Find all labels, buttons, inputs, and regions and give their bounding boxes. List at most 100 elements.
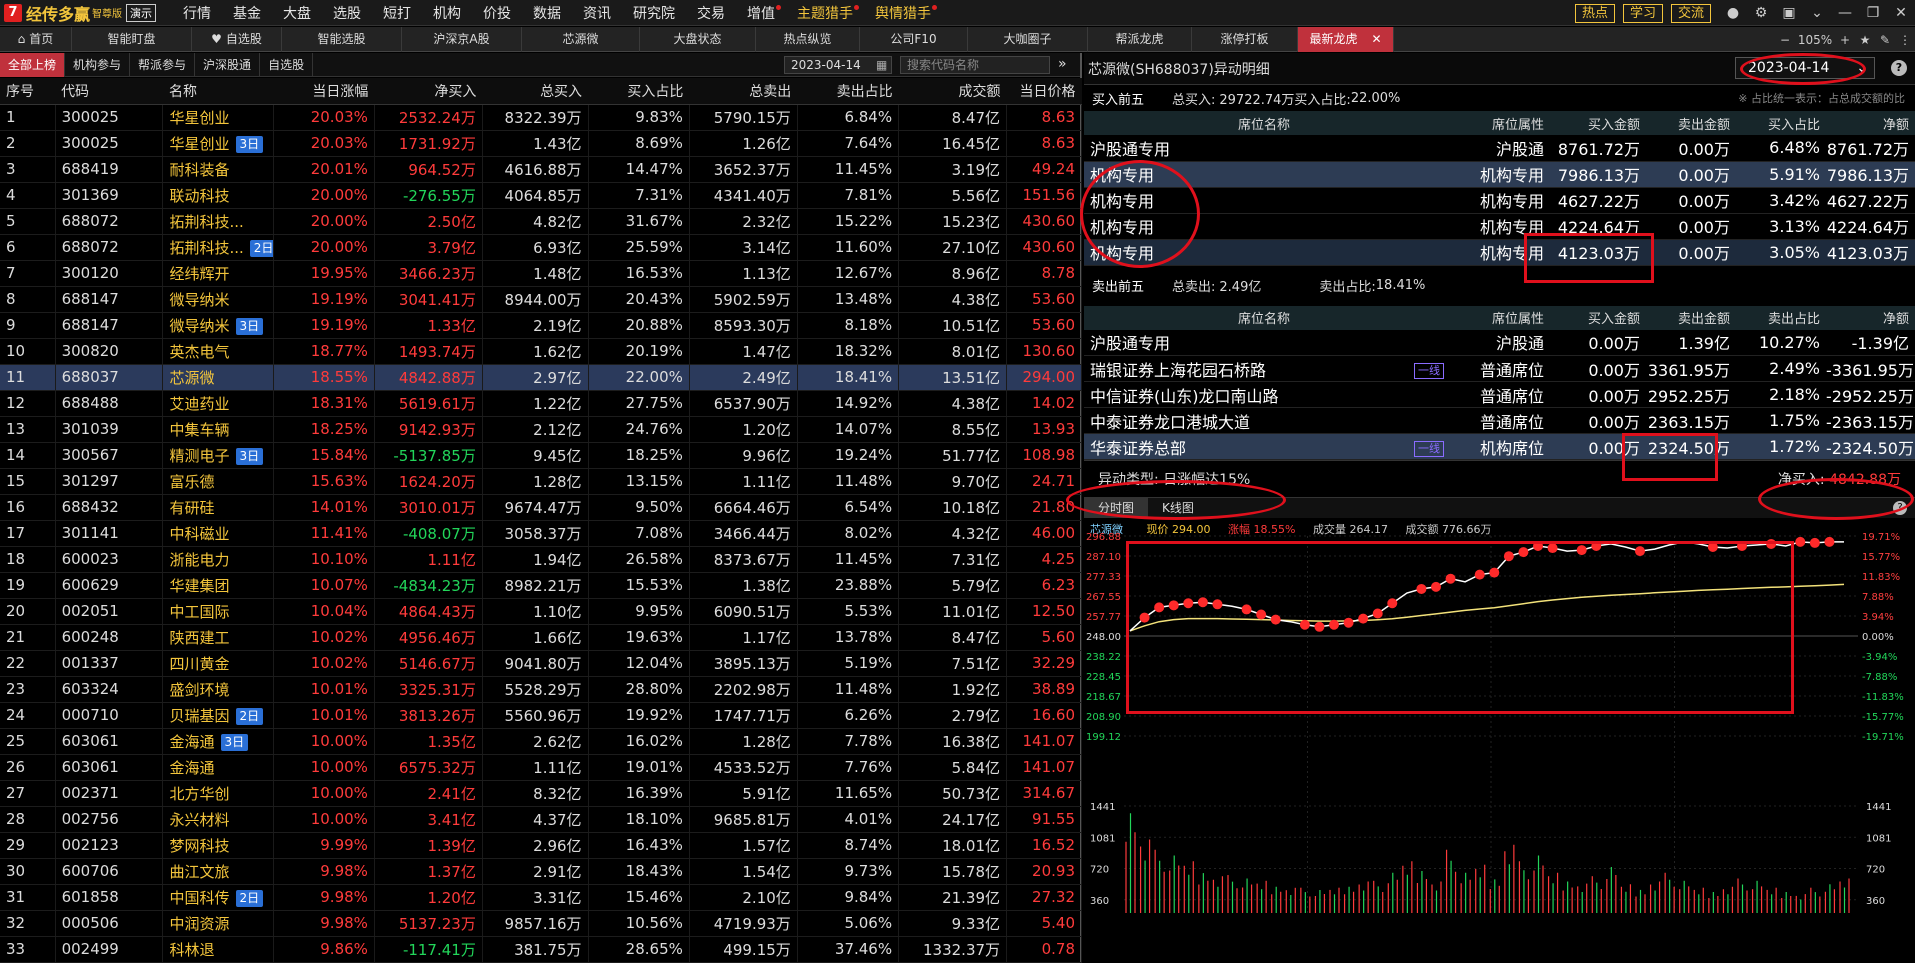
menu-item[interactable]: 数据 [522, 3, 572, 23]
stock-name-cell[interactable]: 英杰电气 [162, 338, 274, 365]
table-row[interactable]: 17 301141 中科磁业 11.41% -408.07万 3058.37万 7.08% 3… [0, 520, 1082, 547]
table-row[interactable]: 8 688147 微导纳米 19.19% 3041.41万 8944.00万 20.43% 5… [0, 286, 1082, 313]
table-row[interactable]: 32 000506 中润资源 9.98% 5137.23万 9857.16万 10.56% 4… [0, 910, 1082, 937]
stock-name-cell[interactable]: 中科磁业 [162, 520, 274, 547]
table-row[interactable]: 2 300025 华星创业 3日 20.03% 1731.92万 1.43亿 8.69% 1.2… [0, 130, 1082, 157]
tab[interactable]: 智能选股 [282, 27, 402, 52]
stock-name-cell[interactable]: 拓荆科技... 2日 [162, 234, 274, 261]
column-header[interactable]: 买入占比 [588, 78, 690, 105]
more-icon[interactable]: ⋮ [1895, 33, 1915, 47]
tab[interactable]: 帮派龙虎 [1088, 27, 1192, 52]
tab[interactable]: 大咖圈子 [968, 27, 1088, 52]
seat-row[interactable]: 机构专用 机构专用 7986.13万 0.00万 5.91% 7986.13万 [1084, 161, 1915, 188]
table-row[interactable]: 29 002123 梦网科技 9.99% 1.39亿 2.96亿 16.43% 1.57亿 8.… [0, 832, 1082, 859]
table-row[interactable]: 21 600248 陕西建工 10.02% 4956.46万 1.66亿 19.63% 1.1… [0, 624, 1082, 651]
expand-icon[interactable]: » [1058, 56, 1067, 72]
stock-name-cell[interactable]: 四川黄金 [162, 650, 274, 677]
table-row[interactable]: 13 301039 中集车辆 18.25% 9142.93万 2.12亿 24.76% 1.2… [0, 416, 1082, 443]
column-header[interactable]: 总买入 [482, 78, 589, 105]
table-row[interactable]: 4 301369 联动科技 20.00% -276.55万 4064.85万 7.31% 43… [0, 182, 1082, 209]
column-header[interactable]: 当日价格 [1006, 78, 1082, 105]
filter-tab[interactable]: 机构参与 [65, 52, 131, 77]
stock-name-cell[interactable]: 北方华创 [162, 780, 274, 807]
menu-item[interactable]: 舆情猎手 [864, 3, 942, 23]
tab[interactable]: ♥ 自选股 [192, 27, 282, 52]
column-header[interactable]: 成交额 [898, 78, 1007, 105]
gear-icon[interactable]: ⚙ [1747, 5, 1775, 21]
table-row[interactable]: 23 603324 盛剑环境 10.01% 3325.31万 5528.29万 28.80%… [0, 676, 1082, 703]
stock-name-cell[interactable]: 贝瑞基因 2日 [162, 702, 274, 729]
stock-name-cell[interactable]: 中集车辆 [162, 416, 274, 443]
table-row[interactable]: 31 601858 中国科传 2日 9.98% 1.20亿 3.31亿 15.46% 2.10亿… [0, 884, 1082, 911]
minimize-icon[interactable]: — [1831, 5, 1859, 21]
stock-name-cell[interactable]: 华星创业 [162, 104, 274, 131]
tab[interactable]: 涨停打板 [1192, 27, 1298, 52]
intraday-chart[interactable]: 芯源微 现价 294.00 涨幅 18.55% 成交量 264.17 成交额 7… [1084, 518, 1915, 918]
filter-tab[interactable]: 沪深股通 [195, 52, 261, 77]
zoom-out-button[interactable]: − [1775, 33, 1795, 47]
column-header[interactable]: 当日涨幅 [273, 78, 375, 105]
close-icon[interactable]: ✕ [1887, 5, 1915, 21]
table-row[interactable]: 28 002756 永兴材料 10.00% 3.41亿 4.37亿 18.10% 9685.8… [0, 806, 1082, 833]
menu-item[interactable]: 研究院 [622, 3, 686, 23]
stock-name-cell[interactable]: 华建集团 [162, 572, 274, 599]
tab[interactable]: 热点纵览 [756, 27, 860, 52]
tab-intraday[interactable]: 分时图 [1084, 498, 1149, 518]
menu-item[interactable]: 增值 [736, 3, 786, 23]
chevron-down-icon[interactable]: ⌄ [1803, 5, 1831, 21]
detail-date-select[interactable]: 2023-04-14 ⌄ [1735, 57, 1875, 79]
stock-name-cell[interactable]: 有研硅 [162, 494, 274, 521]
close-tab-icon[interactable]: ✕ [1371, 32, 1381, 46]
tab[interactable]: 智能盯盘 [72, 27, 192, 52]
column-header[interactable]: 代码 [55, 78, 163, 105]
stock-name-cell[interactable]: 金海通 [162, 754, 274, 781]
column-header[interactable]: 总卖出 [689, 78, 798, 105]
table-row[interactable]: 20 002051 中工国际 10.04% 4864.43万 1.10亿 9.95% 6090… [0, 598, 1082, 625]
seat-row[interactable]: 沪股通专用 沪股通 8761.72万 0.00万 6.48% 8761.72万 [1084, 135, 1915, 162]
stock-name-cell[interactable]: 盛剑环境 [162, 676, 274, 703]
pencil-icon[interactable]: ✎ [1875, 33, 1895, 47]
table-row[interactable]: 15 301297 富乐德 15.63% 1624.20万 1.28亿 13.15% 1.11… [0, 468, 1082, 495]
stock-name-cell[interactable]: 金海通 3日 [162, 728, 274, 755]
menu-item[interactable]: 主题猎手 [786, 3, 864, 23]
tab[interactable]: 大盘状态 [640, 27, 756, 52]
exchange-button[interactable]: 交流 [1670, 3, 1711, 23]
table-row[interactable]: 18 600023 浙能电力 10.10% 1.11亿 1.94亿 26.58% 8373.6… [0, 546, 1082, 573]
column-header[interactable]: 名称 [162, 78, 274, 105]
table-row[interactable]: 27 002371 北方华创 10.00% 2.41亿 8.32亿 16.39% 5.91亿 1… [0, 780, 1082, 807]
learn-button[interactable]: 学习 [1622, 3, 1663, 23]
table-row[interactable]: 30 600706 曲江文旅 9.98% 1.37亿 2.91亿 18.43% 1.54亿 9.… [0, 858, 1082, 885]
stock-name-cell[interactable]: 耐科装备 [162, 156, 274, 183]
menu-item[interactable]: 短打 [372, 3, 422, 23]
table-row[interactable]: 24 000710 贝瑞基因 2日 10.01% 3813.26万 5560.96万 19.9… [0, 702, 1082, 729]
table-row[interactable]: 19 600629 华建集团 10.07% -4834.23万 8982.21万 15.53… [0, 572, 1082, 599]
tab[interactable]: 公司F10 [860, 27, 968, 52]
table-row[interactable]: 26 603061 金海通 10.00% 6575.32万 1.11亿 19.01% 4533… [0, 754, 1082, 781]
stock-name-cell[interactable]: 中国科传 2日 [162, 884, 274, 911]
menu-item[interactable]: 选股 [322, 3, 372, 23]
filter-tab[interactable]: 帮派参与 [130, 52, 196, 77]
stock-name-cell[interactable]: 富乐德 [162, 468, 274, 495]
table-row[interactable]: 7 300120 经纬辉开 19.95% 3466.23万 1.48亿 16.53% 1.13… [0, 260, 1082, 287]
seat-row[interactable]: 机构专用 机构专用 4627.22万 0.00万 3.42% 4627.22万 [1084, 187, 1915, 214]
tab-kline[interactable]: K线图 [1148, 498, 1208, 518]
menu-item[interactable]: 大盘 [272, 3, 322, 23]
stock-name-cell[interactable]: 浙能电力 [162, 546, 274, 573]
hot-button[interactable]: 热点 [1574, 3, 1615, 23]
column-header[interactable]: 序号 [0, 78, 56, 105]
seat-row[interactable]: 中泰证券龙口港城大道 普通席位 0.00万 2363.15万 1.75% -2363.15… [1084, 407, 1915, 434]
zoom-in-button[interactable]: + [1835, 33, 1855, 47]
stock-name-cell[interactable]: 中润资源 [162, 910, 274, 937]
stock-name-cell[interactable]: 科林退 [162, 936, 274, 963]
stock-name-cell[interactable]: 中工国际 [162, 598, 274, 625]
seat-row[interactable]: 沪股通专用 沪股通 0.00万 1.39亿 10.27% -1.39亿 [1084, 329, 1915, 356]
stock-name-cell[interactable]: 经纬辉开 [162, 260, 274, 287]
table-row[interactable]: 25 603061 金海通 3日 10.00% 1.35亿 2.62亿 16.02% 1.28亿… [0, 728, 1082, 755]
table-row[interactable]: 12 688488 艾迪药业 18.31% 5619.61万 1.22亿 27.75% 653… [0, 390, 1082, 417]
seat-row[interactable]: 机构专用 机构专用 4123.03万 0.00万 3.05% 4123.03万 [1084, 239, 1915, 266]
column-header[interactable]: 净买入 [374, 78, 483, 105]
table-row[interactable]: 10 300820 英杰电气 18.77% 1493.74万 1.62亿 20.19% 1.4… [0, 338, 1082, 365]
seat-row[interactable]: 华泰证券总部 一线 机构席位 0.00万 2324.50万 1.72% -2324.50万 [1084, 433, 1915, 460]
chart-help-icon[interactable]: ? [1893, 501, 1907, 515]
menu-item[interactable]: 机构 [422, 3, 472, 23]
